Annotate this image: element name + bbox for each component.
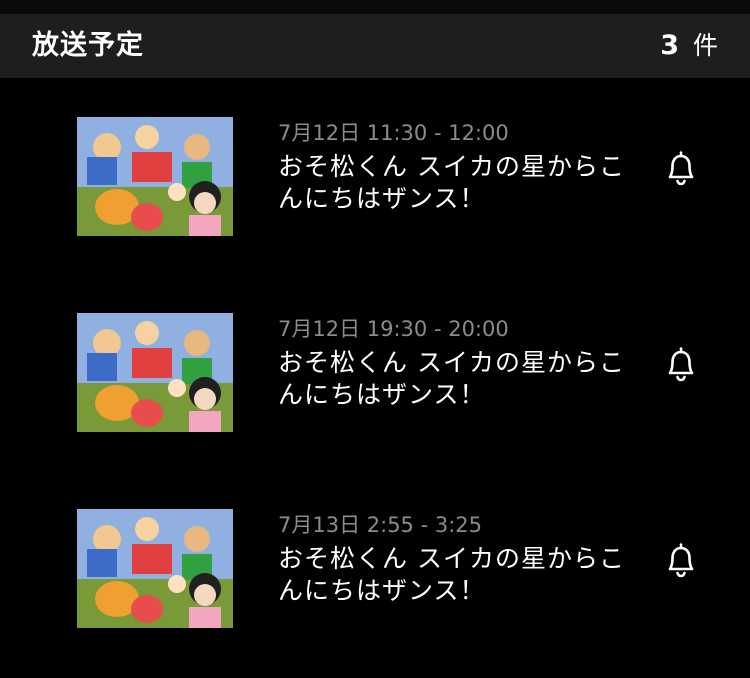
schedule-item[interactable]: 7月13日 2:55 - 3:25 おそ松くん スイカの星からこんにちはザンス！ [0,509,750,669]
broadcast-time: 7月12日 11:30 - 12:00 [278,121,509,145]
result-count: 3件 [660,28,718,64]
program-thumbnail[interactable] [77,509,233,628]
section-header: 放送予定 3件 [0,14,750,78]
broadcast-time: 7月12日 19:30 - 20:00 [278,317,509,341]
section-title: 放送予定 [32,30,144,61]
bell-icon[interactable] [663,149,699,189]
program-thumbnail[interactable] [77,117,233,236]
top-strip [0,0,750,14]
program-thumbnail[interactable] [77,313,233,432]
program-title[interactable]: おそ松くん スイカの星からこんにちはザンス！ [278,347,638,411]
broadcast-time: 7月13日 2:55 - 3:25 [278,513,483,537]
bell-icon[interactable] [663,345,699,385]
schedule-item[interactable]: 7月12日 11:30 - 12:00 おそ松くん スイカの星からこんにちはザン… [0,117,750,277]
schedule-item[interactable]: 7月12日 19:30 - 20:00 おそ松くん スイカの星からこんにちはザン… [0,313,750,473]
program-title[interactable]: おそ松くん スイカの星からこんにちはザンス！ [278,543,638,607]
count-unit: 件 [692,31,718,60]
bell-icon[interactable] [663,541,699,581]
program-title[interactable]: おそ松くん スイカの星からこんにちはザンス！ [278,151,638,215]
count-value: 3 [660,30,679,61]
